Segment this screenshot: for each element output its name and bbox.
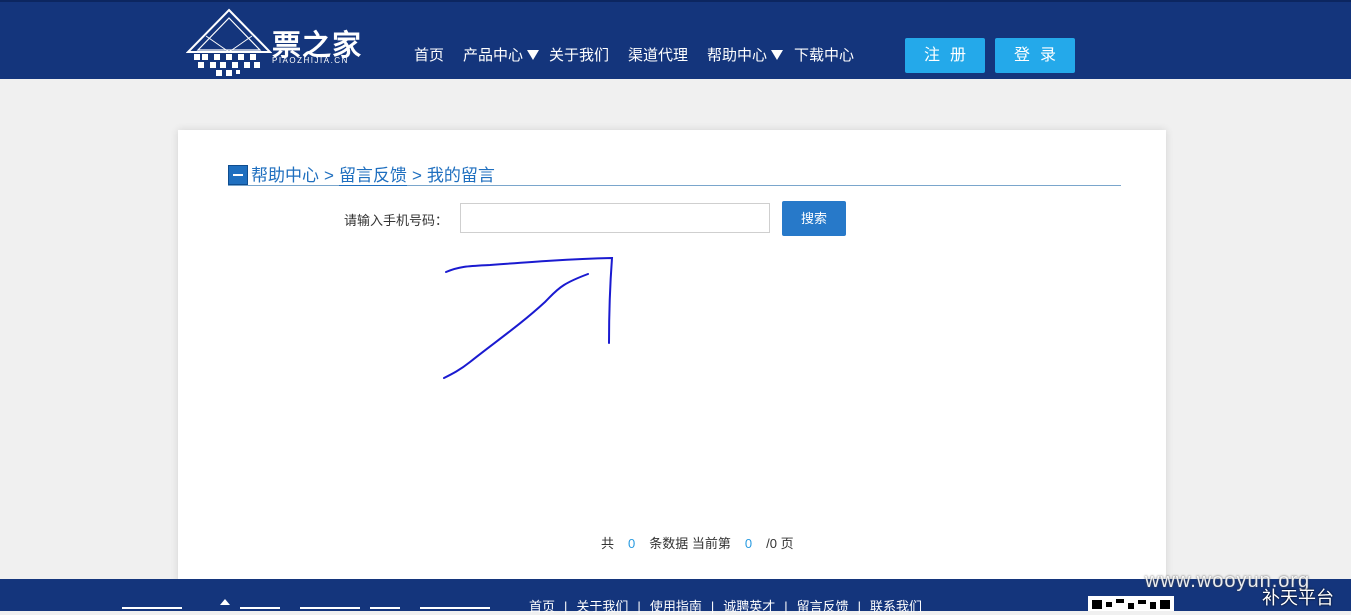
watermark-platform: 补天平台 <box>1262 588 1334 609</box>
footer-divider <box>300 607 360 609</box>
footer-separator: | <box>857 599 862 614</box>
pager-suffix: /0 页 <box>766 536 794 551</box>
footer-links: 首页 | 关于我们 | 使用指南 | 诚聘英才 | 留言反馈 | 联系我们 <box>529 596 922 615</box>
footer-separator: | <box>637 599 641 614</box>
footer-divider <box>370 607 400 609</box>
footer-separator: | <box>564 599 568 614</box>
pager-prefix: 共 <box>601 536 615 551</box>
footer-divider <box>420 607 490 609</box>
footer-link-contact[interactable]: 联系我们 <box>870 599 922 614</box>
nav-download-label: 下载中心 <box>794 47 855 64</box>
nav-products-label: 产品中心 <box>463 47 524 64</box>
nav-about[interactable]: 关于我们 <box>549 44 609 65</box>
breadcrumb-feedback[interactable]: 留言反馈 <box>338 166 407 186</box>
nav-help-label: 帮助中心 <box>707 47 768 64</box>
logo-mountain-icon <box>185 8 273 76</box>
footer-logo-icon <box>220 599 230 605</box>
phone-search-input[interactable] <box>460 203 770 233</box>
breadcrumb-help-center[interactable]: 帮助中心 <box>251 166 319 185</box>
search-button[interactable]: 搜索 <box>782 201 846 236</box>
site-logo[interactable]: 票之家 PIAOZHIJIA.CN <box>185 8 366 78</box>
nav-home[interactable]: 首页 <box>414 44 444 65</box>
dropdown-triangle-icon <box>771 50 784 61</box>
content-card: 帮助中心 > 留言反馈 > 我的留言 请输入手机号码： 搜索 共 0 条数据 当前第 0/0 … <box>178 130 1166 590</box>
nav-channel-label: 渠道代理 <box>628 47 689 64</box>
footer-link-about[interactable]: 关于我们 <box>576 599 628 614</box>
nav-help[interactable]: 帮助中心 <box>707 44 784 65</box>
footer-divider <box>240 607 280 609</box>
nav-products[interactable]: 产品中心 <box>463 44 540 65</box>
footer-divider <box>122 607 182 609</box>
phone-search-label: 请输入手机号码： <box>344 213 449 228</box>
login-button[interactable]: 登录 <box>995 38 1075 73</box>
nav-download[interactable]: 下载中心 <box>794 44 854 65</box>
breadcrumb-separator: > <box>324 166 334 185</box>
nav-about-label: 关于我们 <box>549 47 610 64</box>
breadcrumb-text: 帮助中心 > 留言反馈 > 我的留言 <box>251 161 495 186</box>
breadcrumb: 帮助中心 > 留言反馈 > 我的留言 <box>228 161 1121 186</box>
footer-link-jobs[interactable]: 诚聘英才 <box>723 599 775 614</box>
register-button[interactable]: 注册 <box>905 38 985 73</box>
dropdown-triangle-icon <box>527 50 540 61</box>
pager-current: 0 <box>744 536 753 551</box>
footer-separator: | <box>710 599 715 614</box>
top-header: 票之家 PIAOZHIJIA.CN 首页 产品中心 关于我们 渠道代理 帮助中心… <box>0 0 1351 79</box>
minus-square-icon[interactable] <box>228 165 248 185</box>
footer-link-home[interactable]: 首页 <box>529 599 555 614</box>
logo-subtext: PIAOZHIJIA.CN <box>272 56 349 65</box>
pager-middle: 条数据 当前第 <box>649 536 731 551</box>
nav-home-label: 首页 <box>414 47 445 64</box>
breadcrumb-separator: > <box>411 166 422 185</box>
qr-code-icon <box>1088 596 1174 611</box>
footer-link-guide[interactable]: 使用指南 <box>650 599 702 614</box>
nav-channel[interactable]: 渠道代理 <box>628 44 688 65</box>
pagination-info: 共 0 条数据 当前第 0/0 页 <box>601 533 794 552</box>
footer-link-feedback[interactable]: 留言反馈 <box>797 599 849 614</box>
pager-total: 0 <box>628 536 636 551</box>
breadcrumb-my-messages: 我的留言 <box>426 166 495 185</box>
footer-separator: | <box>784 599 788 614</box>
